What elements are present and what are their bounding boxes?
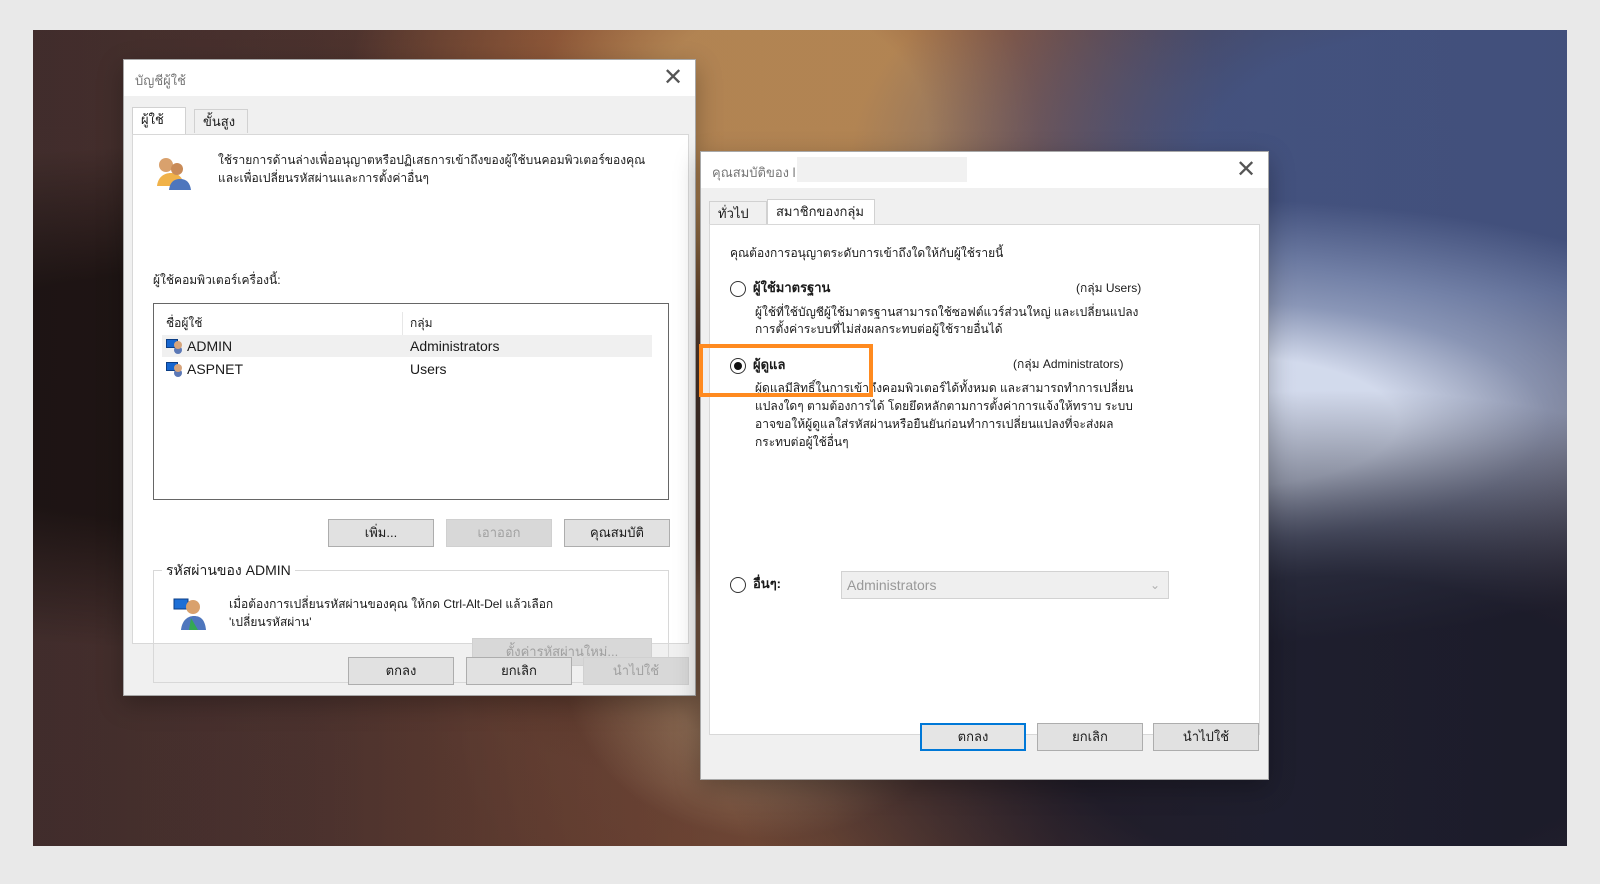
ok-button[interactable]: ตกลง (348, 657, 454, 685)
column-header-username: ชื่อผู้ใช้ (166, 316, 203, 330)
administrator-description-line-3: อาจขอให้ผู้ดูแลใส่รหัสผ่านหรือยืนยันก่อน… (755, 417, 1114, 431)
user-accounts-dialog: บัญชีผู้ใช้ ✕ ผู้ใช้ ขั้นสูง ใช้รายการด้… (123, 59, 696, 696)
group-cell: Users (410, 361, 447, 377)
administrator-description-line-4: กระทบต่อผู้ใช้อื่นๆ (755, 435, 849, 449)
user-properties-dialog: คุณสมบัติของ l ✕ ทั่วไป สมาชิกของกลุ่ม ค… (700, 151, 1269, 780)
dialog-title: คุณสมบัติของ l (712, 165, 796, 180)
administrator-radio[interactable] (730, 358, 746, 374)
tab-group-membership[interactable]: สมาชิกของกลุ่ม (767, 199, 875, 226)
administrator-description-line-2: แปลงใดๆ ตามต้องการได้ โดยยึดหลักตามการตั… (755, 399, 1133, 413)
table-row[interactable]: ASPNET Users (162, 358, 652, 380)
title-bar: บัญชีผู้ใช้ ✕ (124, 60, 695, 97)
other-group-radio[interactable] (730, 577, 746, 593)
ok-button[interactable]: ตกลง (920, 723, 1026, 751)
administrator-group: (กลุ่ม Administrators) (1013, 357, 1124, 371)
close-button[interactable]: ✕ (1232, 156, 1260, 184)
tab-users[interactable]: ผู้ใช้ (132, 107, 186, 134)
standard-user-group: (กลุ่ม Users) (1076, 281, 1142, 295)
administrator-description-line-1: ผู้ดูแลมีสิทธิ์ในการเข้าถึงคอมพิวเตอร์ได… (755, 381, 1134, 395)
users-tab-panel: ใช้รายการด้านล่างเพื่ออนุญาตหรือปฏิเสธกา… (132, 134, 689, 683)
tab-general[interactable]: ทั่วไป (709, 201, 767, 225)
chevron-down-icon: ⌄ (1149, 578, 1160, 592)
administrator-label[interactable]: ผู้ดูแล (753, 356, 785, 374)
title-bar: คุณสมบัติของ l ✕ (701, 152, 1268, 189)
dialog-title: บัญชีผู้ใช้ (135, 73, 186, 88)
redacted-username-block (797, 157, 967, 182)
other-group-selected-value: Administrators (847, 577, 937, 593)
properties-button[interactable]: คุณสมบัติ (564, 519, 670, 547)
apply-button[interactable]: นำไปใช้ (583, 657, 689, 685)
password-user-icon (173, 598, 206, 630)
username-text: ASPNET (187, 361, 244, 377)
intro-text-line-1: ใช้รายการด้านล่างเพื่ออนุญาตหรือปฏิเสธกา… (218, 153, 646, 167)
user-icon (166, 339, 184, 353)
column-divider (402, 312, 403, 336)
standard-user-label[interactable]: ผู้ใช้มาตรฐาน (753, 279, 830, 297)
close-button[interactable]: ✕ (659, 64, 687, 92)
username-text: ADMIN (187, 338, 233, 354)
cancel-button[interactable]: ยกเลิก (1037, 723, 1143, 751)
standard-user-description-line-2: การตั้งค่าระบบที่ไม่ส่งผลกระทบต่อผู้ใช้ร… (755, 322, 1003, 336)
table-row[interactable]: ADMIN Administrators (162, 335, 652, 357)
password-help-line-2: 'เปลี่ยนรหัสผ่าน' (229, 615, 312, 629)
standard-user-description-line-1: ผู้ใช้ที่ใช้บัญชีผู้ใช้มาตรฐานสามารถใช้ซ… (755, 305, 1139, 319)
access-level-prompt: คุณต้องการอนุญาตระดับการเข้าถึงใดให้กับผ… (730, 246, 1004, 260)
users-list[interactable]: ชื่อผู้ใช้ กลุ่ม ADMIN Administrators AS… (153, 303, 669, 500)
password-group-legend: รหัสผ่านของ ADMIN (162, 561, 295, 579)
column-header-group: กลุ่ม (410, 316, 433, 330)
users-icon (157, 158, 191, 190)
other-group-label[interactable]: อื่นๆ: (753, 575, 781, 593)
remove-button[interactable]: เอาออก (446, 519, 552, 547)
password-help-line-1: เมื่อต้องการเปลี่ยนรหัสผ่านของคุณ ให้กด … (229, 597, 554, 611)
add-button[interactable]: เพิ่ม... (328, 519, 434, 547)
standard-user-radio[interactable] (730, 281, 746, 297)
other-group-select[interactable]: Administrators ⌄ (841, 571, 1169, 599)
user-icon (166, 362, 184, 376)
tab-advanced[interactable]: ขั้นสูง (194, 109, 248, 133)
users-list-header: ชื่อผู้ใช้ กลุ่ม (162, 312, 652, 337)
group-membership-panel: คุณต้องการอนุญาตระดับการเข้าถึงใดให้กับผ… (709, 224, 1260, 735)
intro-text-line-2: และเพื่อเปลี่ยนรหัสผ่านและการตั้งค่าอื่น… (218, 171, 429, 185)
cancel-button[interactable]: ยกเลิก (466, 657, 572, 685)
users-list-label: ผู้ใช้คอมพิวเตอร์เครื่องนี้: (153, 273, 281, 287)
apply-button[interactable]: นำไปใช้ (1153, 723, 1259, 751)
group-cell: Administrators (410, 338, 500, 354)
